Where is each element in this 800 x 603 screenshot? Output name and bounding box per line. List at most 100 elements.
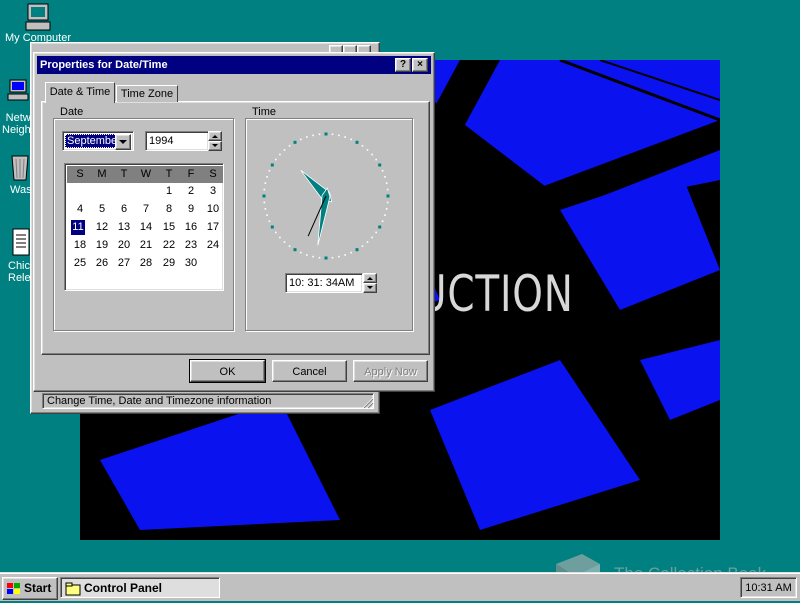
clock-hour-mark [270,163,274,167]
calendar-weekday: W [140,168,152,180]
close-button[interactable]: × [412,58,428,72]
clock-minute-mark [275,231,277,234]
chevron-down-icon[interactable] [115,134,131,150]
apply-now-button[interactable]: Apply Now [353,360,428,382]
tab-date-time-label: Date & Time [49,86,111,98]
task-label: Control Panel [84,581,163,595]
clock-minute-mark [371,153,373,156]
calendar-weekday: F [187,168,195,180]
system-tray-clock[interactable]: 10:31 AM [740,577,797,598]
calendar-day[interactable]: 4 [70,202,90,217]
calendar-day[interactable]: 20 [114,238,134,253]
clock-minute-mark [361,145,364,147]
time-value: 10: 31: 34AM [289,277,355,289]
calendar-day[interactable]: 12 [92,220,112,235]
clock-minute-mark [350,251,353,254]
clock-minute-mark [366,149,369,151]
clock-hour-mark [378,163,382,167]
calendar-day[interactable]: 27 [114,256,134,271]
analog-clock [258,128,394,264]
calendar-day[interactable]: 30 [181,256,201,271]
help-button[interactable]: ? [395,58,411,72]
clock-minute-mark [338,134,340,137]
calendar-day[interactable]: 25 [70,256,90,271]
calendar-day[interactable]: 24 [203,238,223,253]
calendar-weekday-header: SMTWTFS [67,166,223,183]
clock-minute-mark [266,214,268,216]
year-spinner[interactable] [208,131,222,151]
calendar-day[interactable]: 19 [92,238,112,253]
calendar-day[interactable]: 5 [92,202,112,217]
clock-minute-mark [306,254,308,256]
spin-down-icon[interactable] [363,283,377,293]
calendar-day[interactable]: 13 [114,220,134,235]
clock-minute-mark [312,255,314,258]
calendar-day[interactable]: 1 [159,184,179,199]
spin-up-icon[interactable] [208,131,222,141]
clock-minute-mark [386,201,389,204]
spin-down-icon[interactable] [208,141,222,151]
clock-minute-mark [312,134,314,137]
calendar-day[interactable]: 8 [159,202,179,217]
calendar-day[interactable]: 2 [181,184,201,199]
calendar-day[interactable]: 3 [203,184,223,199]
clock-hour-mark [355,248,359,252]
clock-minute-mark [288,245,291,247]
calendar-day[interactable]: 22 [159,238,179,253]
calendar-weekday: S [209,168,217,180]
clock-minute-mark [385,182,388,184]
clock-hour-mark [324,132,328,136]
calendar-day[interactable]: 26 [92,256,112,271]
help-icon: ? [399,59,407,70]
calendar-weekday: T [165,168,173,180]
resize-grip-icon[interactable] [362,397,374,409]
ok-button[interactable]: OK [189,359,266,383]
clock-minute-mark [318,133,321,136]
calendar-day[interactable]: 21 [136,238,156,253]
calendar-day[interactable]: 23 [181,238,201,253]
start-button[interactable]: Start [2,577,58,600]
calendar-day[interactable]: 17 [203,220,223,235]
computer-icon [22,2,54,34]
cancel-button[interactable]: Cancel [272,360,347,382]
tab-time-zone[interactable]: Time Zone [116,85,178,102]
clock-minute-mark [384,176,386,178]
calendar-day[interactable]: 18 [70,238,90,253]
calendar-day[interactable]: 28 [136,256,156,271]
clock-minute-mark [306,136,308,138]
clock-minute-mark [279,153,281,156]
taskbar-button-control-panel[interactable]: Control Panel [60,577,220,598]
month-dropdown[interactable]: September [62,131,134,151]
month-calendar[interactable]: SMTWTFS 1 2 3 4 5 6 7 8 9 10 11 12 13 14 15 16 17 18 19 20 2… [64,163,224,291]
time-group-label: Time [250,106,279,118]
tab-date-time[interactable]: Date & Time [45,82,115,103]
spin-up-icon[interactable] [363,273,377,283]
date-group-label: Date [58,106,86,118]
calendar-day-selected[interactable]: 11 [71,220,85,235]
clock-minute-mark [375,231,377,234]
clock-minute-mark [318,256,321,259]
time-spinner[interactable] [363,273,377,293]
calendar-day[interactable]: 10 [203,202,223,217]
calendar-day[interactable]: 6 [114,202,134,217]
calendar-day[interactable]: 14 [136,220,156,235]
desktop-icon-my-computer[interactable]: My Computer [0,2,76,44]
tab-time-zone-label: Time Zone [120,88,174,100]
clock-minute-mark [279,236,281,239]
calendar-day[interactable]: 29 [159,256,179,271]
calendar-day[interactable]: 9 [181,202,201,217]
clock-minute-mark [371,236,373,239]
dialog-titlebar[interactable]: Properties for Date/Time ? × [37,56,431,74]
calendar-day[interactable]: 15 [159,220,179,235]
clock-minute-mark [264,208,267,210]
calendar-day[interactable]: 7 [136,202,156,217]
clock-face [262,132,390,260]
time-field[interactable]: 10: 31: 34AM [285,273,363,293]
calendar-weekday: S [76,168,84,180]
year-field[interactable]: 1994 [145,131,209,151]
wallpaper-text: UCTION [418,265,574,323]
clock-minute-mark [331,256,334,259]
clock-minute-mark [283,149,286,151]
calendar-day[interactable]: 16 [181,220,201,235]
clock-hour-mark [293,248,297,252]
